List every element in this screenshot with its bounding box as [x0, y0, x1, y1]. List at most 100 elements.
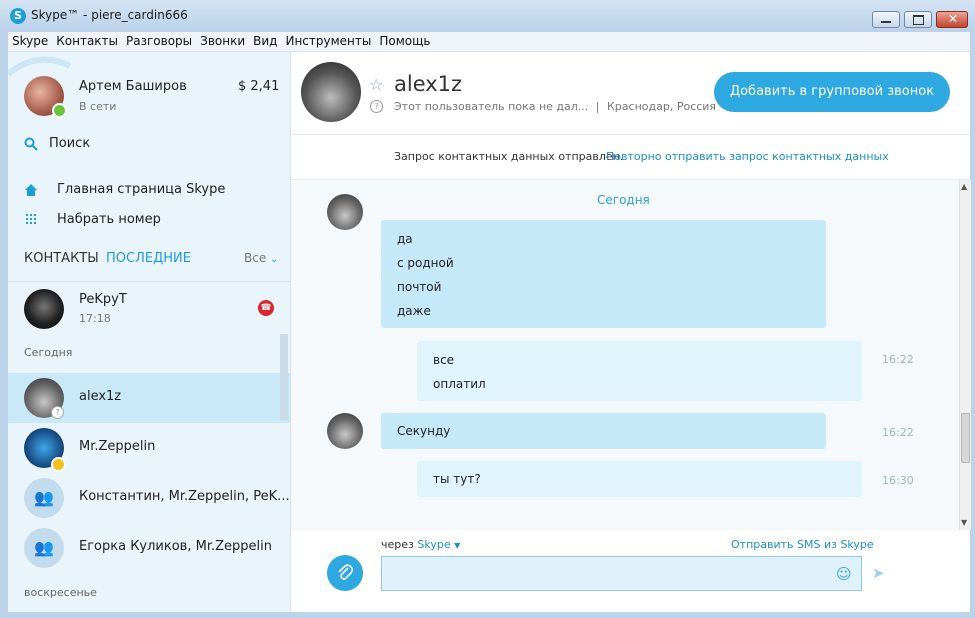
group-icon: 👥 [24, 528, 64, 568]
skype-logo-icon: S [10, 8, 26, 24]
search-icon [24, 137, 38, 151]
contact-name: Константин, Mr.Zeppelin, PeK... [79, 489, 290, 504]
message-text: почтой [397, 280, 442, 294]
contact-name: PeKpyT [79, 292, 127, 307]
online-status-icon [52, 103, 67, 118]
call-time: 17:18 [79, 312, 111, 325]
menu-conversations[interactable]: Разговоры [122, 32, 196, 48]
caret-down-icon: ▼ [454, 541, 461, 550]
message-text: с родной [397, 256, 454, 270]
menu-tools[interactable]: Инструменты [281, 32, 375, 48]
menu-view[interactable]: Вид [249, 32, 281, 48]
scroll-down-icon[interactable]: ▼ [961, 518, 967, 527]
divider [8, 281, 290, 282]
menu-bar: Skype Контакты Разговоры Звонки Вид Инструмен… [8, 32, 970, 52]
paperclip-icon [338, 564, 354, 580]
list-item[interactable]: 👥 Константин, Mr.Zeppelin, PeK... [8, 473, 290, 523]
dial-label: Набрать номер [57, 212, 161, 227]
dial-button[interactable]: Набрать номер [24, 212, 274, 230]
menu-help[interactable]: Помощь [375, 32, 434, 48]
filter-dropdown[interactable]: Все ⌄ [244, 251, 278, 265]
list-item-pinned[interactable]: PeKpyT 17:18 ☎ [8, 284, 290, 334]
emoji-icon[interactable]: ☺ [836, 565, 852, 583]
profile-status[interactable]: В сети [79, 100, 116, 113]
contact-name: Егорка Куликов, Mr.Zeppelin [79, 539, 272, 554]
window-title: Skype™ - piere_cardin666 [31, 8, 188, 22]
contact-subtitle: Этот пользователь пока не дал... | Красн… [394, 100, 716, 113]
message-text: оплатил [433, 377, 486, 391]
account-balance[interactable]: $ 2,41 [238, 79, 279, 94]
star-icon[interactable]: ☆ [369, 75, 383, 94]
conversation-pane: ☆ alex1z ? Этот пользователь пока не дал… [291, 52, 971, 612]
avatar [24, 289, 64, 329]
home-icon [25, 184, 37, 196]
section-today: Сегодня [24, 346, 73, 359]
group-icon: 👥 [24, 478, 64, 518]
tab-contacts[interactable]: КОНТАКТЫ [24, 251, 99, 266]
date-separator: Сегодня [597, 193, 650, 207]
sidebar-scrollbar[interactable] [280, 334, 288, 420]
list-item-selected[interactable]: ? alex1z [8, 373, 290, 423]
resend-request-link[interactable]: Повторно отправить запрос контактных дан… [606, 150, 889, 163]
list-item[interactable]: Mr.Zeppelin [8, 423, 290, 473]
minimize-button[interactable] [872, 11, 900, 28]
attach-button[interactable] [327, 555, 363, 591]
message-text: ты тут? [433, 472, 481, 486]
message-text: даже [397, 304, 431, 318]
message-composer: через Skype ▼ Отправить SMS из Skype ☺ ➤ [291, 532, 970, 612]
home-label: Главная страница Skype [57, 182, 226, 197]
sidebar: Артем Баширов В сети $ 2,41 Поиск Главна… [8, 52, 291, 612]
send-icon[interactable]: ➤ [872, 564, 885, 582]
menu-calls[interactable]: Звонки [196, 32, 249, 48]
contact-name: alex1z [79, 389, 122, 404]
maximize-button[interactable] [904, 11, 932, 28]
separator: | [595, 100, 600, 113]
via-service[interactable]: Skype [417, 538, 450, 551]
contact-name: Mr.Zeppelin [79, 439, 156, 454]
profile-name[interactable]: Артем Баширов [79, 79, 187, 94]
scroll-up-icon[interactable]: ▲ [961, 182, 967, 191]
message-text: да [397, 232, 413, 246]
message-time: 16:22 [882, 353, 914, 366]
message-text: все [433, 353, 455, 367]
request-status: Запрос контактных данных отправлен. [394, 150, 624, 163]
away-status-icon [51, 457, 66, 472]
contact-mood: Этот пользователь пока не дал... [394, 100, 589, 113]
search-label: Поиск [49, 136, 91, 151]
message-bubble[interactable]: Секунду [381, 413, 826, 449]
filter-label: Все [244, 251, 267, 265]
scroll-thumb[interactable] [961, 413, 970, 463]
sender-avatar [327, 413, 363, 449]
message-time: 16:30 [882, 474, 914, 487]
menu-contacts[interactable]: Контакты [52, 32, 122, 48]
message-bubble[interactable]: все оплатил [417, 341, 862, 401]
home-button[interactable]: Главная страница Skype [24, 182, 274, 200]
chat-scrollbar[interactable]: ▲ ▼ [959, 180, 971, 530]
message-history: Сегодня да с родной почтой даже все опла… [291, 180, 959, 530]
contact-location: Краснодар, Россия [607, 100, 717, 113]
list-item[interactable]: 👥 Егорка Куликов, Mr.Zeppelin [8, 523, 290, 573]
help-icon: ? [370, 100, 383, 113]
message-input[interactable] [381, 556, 862, 591]
message-bubble[interactable]: ты тут? [417, 461, 862, 497]
tab-recent[interactable]: ПОСЛЕДНИЕ [106, 251, 191, 266]
skype-window: S Skype™ - piere_cardin666 ✕ Skype Контак… [0, 0, 975, 618]
message-time: 16:22 [882, 426, 914, 439]
contact-avatar[interactable] [301, 62, 361, 122]
main-content: Артем Баширов В сети $ 2,41 Поиск Главна… [8, 52, 971, 612]
add-to-group-call-button[interactable]: Добавить в групповой звонок [714, 72, 950, 112]
send-via-selector[interactable]: через Skype ▼ [381, 538, 460, 551]
menu-skype[interactable]: Skype [8, 32, 52, 48]
unknown-status-icon: ? [51, 406, 64, 419]
dialpad-icon [26, 214, 36, 224]
chevron-down-icon: ⌄ [270, 254, 279, 265]
via-prefix: через [381, 538, 414, 551]
title-bar: S Skype™ - piere_cardin666 ✕ [0, 0, 975, 32]
message-bubble[interactable]: да с родной почтой даже [381, 220, 826, 328]
close-button[interactable]: ✕ [936, 11, 968, 28]
missed-call-icon: ☎ [258, 300, 274, 316]
message-text: Секунду [397, 424, 451, 438]
search-button[interactable]: Поиск [24, 136, 274, 154]
contact-title[interactable]: alex1z [394, 72, 462, 96]
send-sms-link[interactable]: Отправить SMS из Skype [731, 538, 874, 551]
